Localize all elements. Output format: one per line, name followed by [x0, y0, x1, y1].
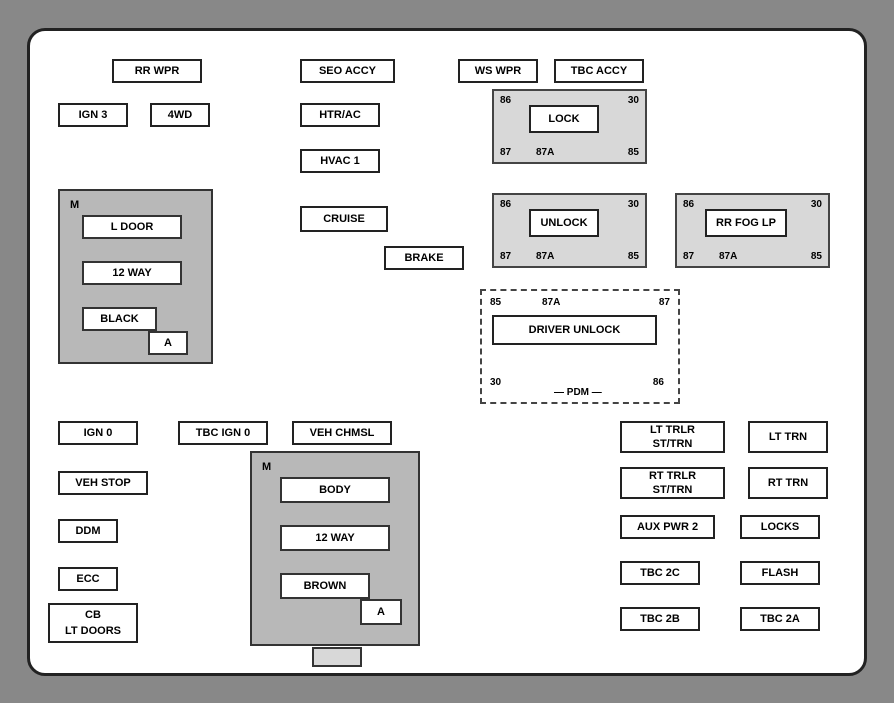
ign0-label: IGN 0 — [58, 421, 138, 445]
ws-wpr-label: WS WPR — [458, 59, 538, 83]
rr-fog-lp-relay: 86 30 RR FOG LP 87 87A 85 — [675, 193, 830, 268]
fuse-diagram: RR WPR SEO ACCY WS WPR TBC ACCY IGN 3 4W… — [27, 28, 867, 676]
brake-label: BRAKE — [384, 246, 464, 270]
tbc-2b-label: TBC 2B — [620, 607, 700, 631]
aux-pwr2-label: AUX PWR 2 — [620, 515, 715, 539]
tbc-accy-label: TBC ACCY — [554, 59, 644, 83]
pdm-box: 85 87A 87 DRIVER UNLOCK 30 86 — PDM — — [480, 289, 680, 404]
left-door-connector: M L DOOR 12 WAY BLACK A — [58, 189, 213, 364]
tbc-2a-label: TBC 2A — [740, 607, 820, 631]
bottom-connector-tab — [312, 647, 362, 667]
unlock-relay: 86 30 UNLOCK 87 87A 85 — [492, 193, 647, 268]
hvac1-label: HVAC 1 — [300, 149, 380, 173]
htr-ac-label: HTR/AC — [300, 103, 380, 127]
lt-trn-label: LT TRN — [748, 421, 828, 453]
ign3-label: IGN 3 — [58, 103, 128, 127]
right-door-connector: M BODY 12 WAY BROWN A — [250, 451, 420, 646]
veh-stop-label: VEH STOP — [58, 471, 148, 495]
rt-trn-label: RT TRN — [748, 467, 828, 499]
veh-chmsl-label: VEH CHMSL — [292, 421, 392, 445]
lock-relay: 86 30 87 LOCK 87A 85 — [492, 89, 647, 164]
flash-label: FLASH — [740, 561, 820, 585]
tbc-2c-label: TBC 2C — [620, 561, 700, 585]
lt-trlr-label: LT TRLR ST/TRN — [620, 421, 725, 453]
cb-lt-doors-label: CB LT DOORS — [48, 603, 138, 643]
locks-label: LOCKS — [740, 515, 820, 539]
cruise-label: CRUISE — [300, 206, 388, 232]
rr-wpr-label: RR WPR — [112, 59, 202, 83]
tbc-ign0-label: TBC IGN 0 — [178, 421, 268, 445]
fwd-label: 4WD — [150, 103, 210, 127]
ecc-label: ECC — [58, 567, 118, 591]
ddm-label: DDM — [58, 519, 118, 543]
seo-accy-label: SEO ACCY — [300, 59, 395, 83]
rt-trlr-label: RT TRLR ST/TRN — [620, 467, 725, 499]
